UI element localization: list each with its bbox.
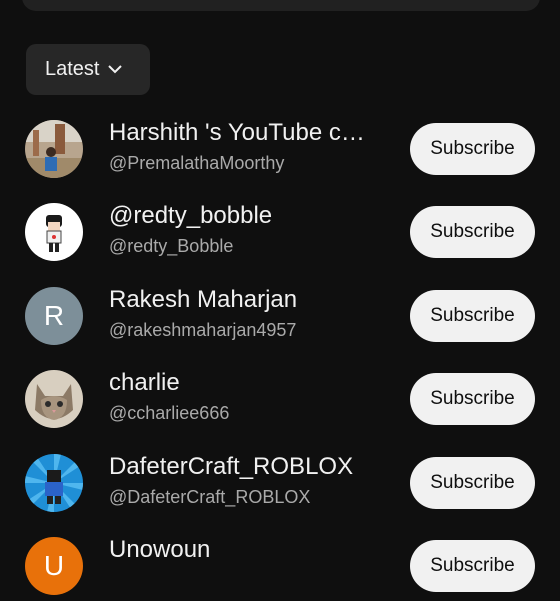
channel-row[interactable]: U Unowoun Subscribe: [0, 531, 560, 601]
channel-name[interactable]: DafeterCraft_ROBLOX: [109, 453, 384, 481]
subscribe-button[interactable]: Subscribe: [410, 373, 535, 425]
channel-row[interactable]: @redty_bobble @redty_Bobble Subscribe: [0, 197, 560, 267]
sort-dropdown[interactable]: Latest: [26, 44, 150, 95]
subscribe-button[interactable]: Subscribe: [410, 540, 535, 592]
channel-name[interactable]: Rakesh Maharjan: [109, 286, 384, 314]
search-bar[interactable]: [22, 0, 540, 11]
avatar[interactable]: U: [25, 537, 83, 595]
channel-handle: @rakeshmaharjan4957: [109, 320, 297, 340]
avatar[interactable]: [25, 120, 83, 178]
channel-row[interactable]: R Rakesh Maharjan @rakeshmaharjan4957 Su…: [0, 281, 560, 351]
avatar[interactable]: [25, 454, 83, 512]
avatar[interactable]: [25, 370, 83, 428]
subscribe-button[interactable]: Subscribe: [410, 457, 535, 509]
channel-name[interactable]: charlie: [109, 369, 384, 397]
subscribe-button[interactable]: Subscribe: [410, 123, 535, 175]
channel-name[interactable]: @redty_bobble: [109, 202, 384, 230]
channel-row[interactable]: DafeterCraft_ROBLOX @DafeterCraft_ROBLOX…: [0, 448, 560, 518]
subscribe-button[interactable]: Subscribe: [410, 206, 535, 258]
avatar[interactable]: [25, 203, 83, 261]
chevron-down-icon: [108, 65, 123, 74]
sort-label: Latest: [45, 58, 100, 80]
subscribe-button[interactable]: Subscribe: [410, 290, 535, 342]
channel-row[interactable]: Harshith 's YouTube c… @PremalathaMoorth…: [0, 114, 560, 184]
avatar[interactable]: R: [25, 287, 83, 345]
channel-handle: @ccharliee666: [109, 403, 230, 423]
channel-row[interactable]: charlie @ccharliee666 Subscribe: [0, 364, 560, 434]
channel-handle: @DafeterCraft_ROBLOX: [109, 487, 311, 507]
channel-handle: @PremalathaMoorthy: [109, 153, 285, 173]
channel-name[interactable]: Harshith 's YouTube c…: [109, 119, 384, 147]
channel-handle: @redty_Bobble: [109, 236, 234, 256]
